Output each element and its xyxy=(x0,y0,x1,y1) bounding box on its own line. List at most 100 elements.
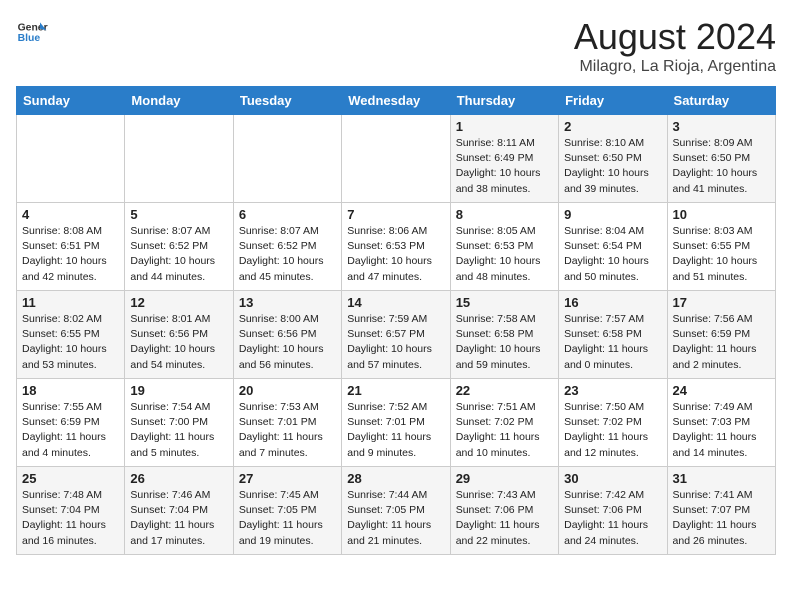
calendar-week-row: 4 Sunrise: 8:08 AMSunset: 6:51 PMDaylight… xyxy=(17,203,776,291)
calendar-cell: 26 Sunrise: 7:46 AMSunset: 7:04 PMDayligh… xyxy=(125,467,233,555)
calendar-cell: 5 Sunrise: 8:07 AMSunset: 6:52 PMDaylight… xyxy=(125,203,233,291)
calendar-cell: 16 Sunrise: 7:57 AMSunset: 6:58 PMDayligh… xyxy=(559,291,667,379)
day-info: Sunrise: 8:05 AMSunset: 6:53 PMDaylight:… xyxy=(456,224,553,285)
calendar-cell: 27 Sunrise: 7:45 AMSunset: 7:05 PMDayligh… xyxy=(233,467,341,555)
calendar-cell: 25 Sunrise: 7:48 AMSunset: 7:04 PMDayligh… xyxy=(17,467,125,555)
day-info: Sunrise: 8:11 AMSunset: 6:49 PMDaylight:… xyxy=(456,136,553,197)
day-number: 25 xyxy=(22,471,119,486)
day-number: 6 xyxy=(239,207,336,222)
weekday-header-saturday: Saturday xyxy=(667,87,775,115)
logo: General Blue xyxy=(16,16,48,48)
title-block: August 2024 Milagro, La Rioja, Argentina xyxy=(574,16,776,76)
calendar-table: SundayMondayTuesdayWednesdayThursdayFrid… xyxy=(16,86,776,555)
day-info: Sunrise: 7:45 AMSunset: 7:05 PMDaylight:… xyxy=(239,488,336,549)
day-info: Sunrise: 7:41 AMSunset: 7:07 PMDaylight:… xyxy=(673,488,770,549)
day-number: 14 xyxy=(347,295,444,310)
day-info: Sunrise: 8:04 AMSunset: 6:54 PMDaylight:… xyxy=(564,224,661,285)
day-info: Sunrise: 8:09 AMSunset: 6:50 PMDaylight:… xyxy=(673,136,770,197)
calendar-cell: 31Sunrise: 7:41 AMSunset: 7:07 PMDayligh… xyxy=(667,467,775,555)
calendar-week-row: 25 Sunrise: 7:48 AMSunset: 7:04 PMDayligh… xyxy=(17,467,776,555)
calendar-cell: 18 Sunrise: 7:55 AMSunset: 6:59 PMDayligh… xyxy=(17,379,125,467)
calendar-cell: 2Sunrise: 8:10 AMSunset: 6:50 PMDaylight… xyxy=(559,115,667,203)
calendar-cell: 23 Sunrise: 7:50 AMSunset: 7:02 PMDayligh… xyxy=(559,379,667,467)
day-info: Sunrise: 7:52 AMSunset: 7:01 PMDaylight:… xyxy=(347,400,444,461)
calendar-cell: 29Sunrise: 7:43 AMSunset: 7:06 PMDayligh… xyxy=(450,467,558,555)
day-number: 13 xyxy=(239,295,336,310)
calendar-cell: 15 Sunrise: 7:58 AMSunset: 6:58 PMDayligh… xyxy=(450,291,558,379)
calendar-cell: 9 Sunrise: 8:04 AMSunset: 6:54 PMDaylight… xyxy=(559,203,667,291)
page-header: General Blue August 2024 Milagro, La Rio… xyxy=(16,16,776,76)
calendar-cell: 1Sunrise: 8:11 AMSunset: 6:49 PMDaylight… xyxy=(450,115,558,203)
calendar-cell: 10 Sunrise: 8:03 AMSunset: 6:55 PMDayligh… xyxy=(667,203,775,291)
day-info: Sunrise: 8:02 AMSunset: 6:55 PMDaylight:… xyxy=(22,312,119,373)
calendar-week-row: 11Sunrise: 8:02 AMSunset: 6:55 PMDayligh… xyxy=(17,291,776,379)
calendar-cell: 14 Sunrise: 7:59 AMSunset: 6:57 PMDayligh… xyxy=(342,291,450,379)
day-info: Sunrise: 7:55 AMSunset: 6:59 PMDaylight:… xyxy=(22,400,119,461)
calendar-cell: 6Sunrise: 8:07 AMSunset: 6:52 PMDaylight… xyxy=(233,203,341,291)
calendar-cell xyxy=(17,115,125,203)
day-number: 26 xyxy=(130,471,227,486)
logo-icon: General Blue xyxy=(16,16,48,48)
calendar-cell: 20Sunrise: 7:53 AMSunset: 7:01 PMDayligh… xyxy=(233,379,341,467)
day-info: Sunrise: 7:57 AMSunset: 6:58 PMDaylight:… xyxy=(564,312,661,373)
weekday-header-thursday: Thursday xyxy=(450,87,558,115)
day-info: Sunrise: 7:56 AMSunset: 6:59 PMDaylight:… xyxy=(673,312,770,373)
calendar-cell xyxy=(233,115,341,203)
calendar-cell: 22 Sunrise: 7:51 AMSunset: 7:02 PMDayligh… xyxy=(450,379,558,467)
calendar-cell xyxy=(342,115,450,203)
day-number: 23 xyxy=(564,383,661,398)
day-info: Sunrise: 7:46 AMSunset: 7:04 PMDaylight:… xyxy=(130,488,227,549)
day-info: Sunrise: 7:51 AMSunset: 7:02 PMDaylight:… xyxy=(456,400,553,461)
day-number: 12 xyxy=(130,295,227,310)
day-number: 24 xyxy=(673,383,770,398)
weekday-header-row: SundayMondayTuesdayWednesdayThursdayFrid… xyxy=(17,87,776,115)
day-number: 10 xyxy=(673,207,770,222)
day-info: Sunrise: 7:49 AMSunset: 7:03 PMDaylight:… xyxy=(673,400,770,461)
day-info: Sunrise: 7:42 AMSunset: 7:06 PMDaylight:… xyxy=(564,488,661,549)
day-info: Sunrise: 7:58 AMSunset: 6:58 PMDaylight:… xyxy=(456,312,553,373)
day-info: Sunrise: 8:08 AMSunset: 6:51 PMDaylight:… xyxy=(22,224,119,285)
day-number: 27 xyxy=(239,471,336,486)
day-number: 15 xyxy=(456,295,553,310)
day-number: 30 xyxy=(564,471,661,486)
calendar-cell: 8 Sunrise: 8:05 AMSunset: 6:53 PMDaylight… xyxy=(450,203,558,291)
day-info: Sunrise: 7:59 AMSunset: 6:57 PMDaylight:… xyxy=(347,312,444,373)
calendar-cell: 13 Sunrise: 8:00 AMSunset: 6:56 PMDayligh… xyxy=(233,291,341,379)
calendar-cell: 11Sunrise: 8:02 AMSunset: 6:55 PMDayligh… xyxy=(17,291,125,379)
day-info: Sunrise: 8:06 AMSunset: 6:53 PMDaylight:… xyxy=(347,224,444,285)
day-number: 16 xyxy=(564,295,661,310)
day-info: Sunrise: 7:48 AMSunset: 7:04 PMDaylight:… xyxy=(22,488,119,549)
day-number: 20 xyxy=(239,383,336,398)
calendar-cell: 24 Sunrise: 7:49 AMSunset: 7:03 PMDayligh… xyxy=(667,379,775,467)
day-number: 9 xyxy=(564,207,661,222)
day-number: 17 xyxy=(673,295,770,310)
calendar-cell: 28Sunrise: 7:44 AMSunset: 7:05 PMDayligh… xyxy=(342,467,450,555)
day-info: Sunrise: 8:07 AMSunset: 6:52 PMDaylight:… xyxy=(130,224,227,285)
day-number: 5 xyxy=(130,207,227,222)
day-info: Sunrise: 7:54 AMSunset: 7:00 PMDaylight:… xyxy=(130,400,227,461)
day-info: Sunrise: 8:01 AMSunset: 6:56 PMDaylight:… xyxy=(130,312,227,373)
day-number: 4 xyxy=(22,207,119,222)
day-info: Sunrise: 8:00 AMSunset: 6:56 PMDaylight:… xyxy=(239,312,336,373)
day-info: Sunrise: 8:03 AMSunset: 6:55 PMDaylight:… xyxy=(673,224,770,285)
day-number: 29 xyxy=(456,471,553,486)
day-number: 18 xyxy=(22,383,119,398)
day-number: 28 xyxy=(347,471,444,486)
calendar-cell: 17 Sunrise: 7:56 AMSunset: 6:59 PMDayligh… xyxy=(667,291,775,379)
day-number: 7 xyxy=(347,207,444,222)
calendar-week-row: 18 Sunrise: 7:55 AMSunset: 6:59 PMDayligh… xyxy=(17,379,776,467)
calendar-cell: 4 Sunrise: 8:08 AMSunset: 6:51 PMDaylight… xyxy=(17,203,125,291)
weekday-header-tuesday: Tuesday xyxy=(233,87,341,115)
day-number: 2 xyxy=(564,119,661,134)
day-number: 8 xyxy=(456,207,553,222)
weekday-header-sunday: Sunday xyxy=(17,87,125,115)
calendar-subtitle: Milagro, La Rioja, Argentina xyxy=(574,58,776,76)
day-number: 22 xyxy=(456,383,553,398)
calendar-week-row: 1Sunrise: 8:11 AMSunset: 6:49 PMDaylight… xyxy=(17,115,776,203)
day-number: 21 xyxy=(347,383,444,398)
calendar-cell: 19 Sunrise: 7:54 AMSunset: 7:00 PMDayligh… xyxy=(125,379,233,467)
calendar-title: August 2024 xyxy=(574,16,776,58)
day-info: Sunrise: 7:50 AMSunset: 7:02 PMDaylight:… xyxy=(564,400,661,461)
day-number: 19 xyxy=(130,383,227,398)
day-number: 3 xyxy=(673,119,770,134)
